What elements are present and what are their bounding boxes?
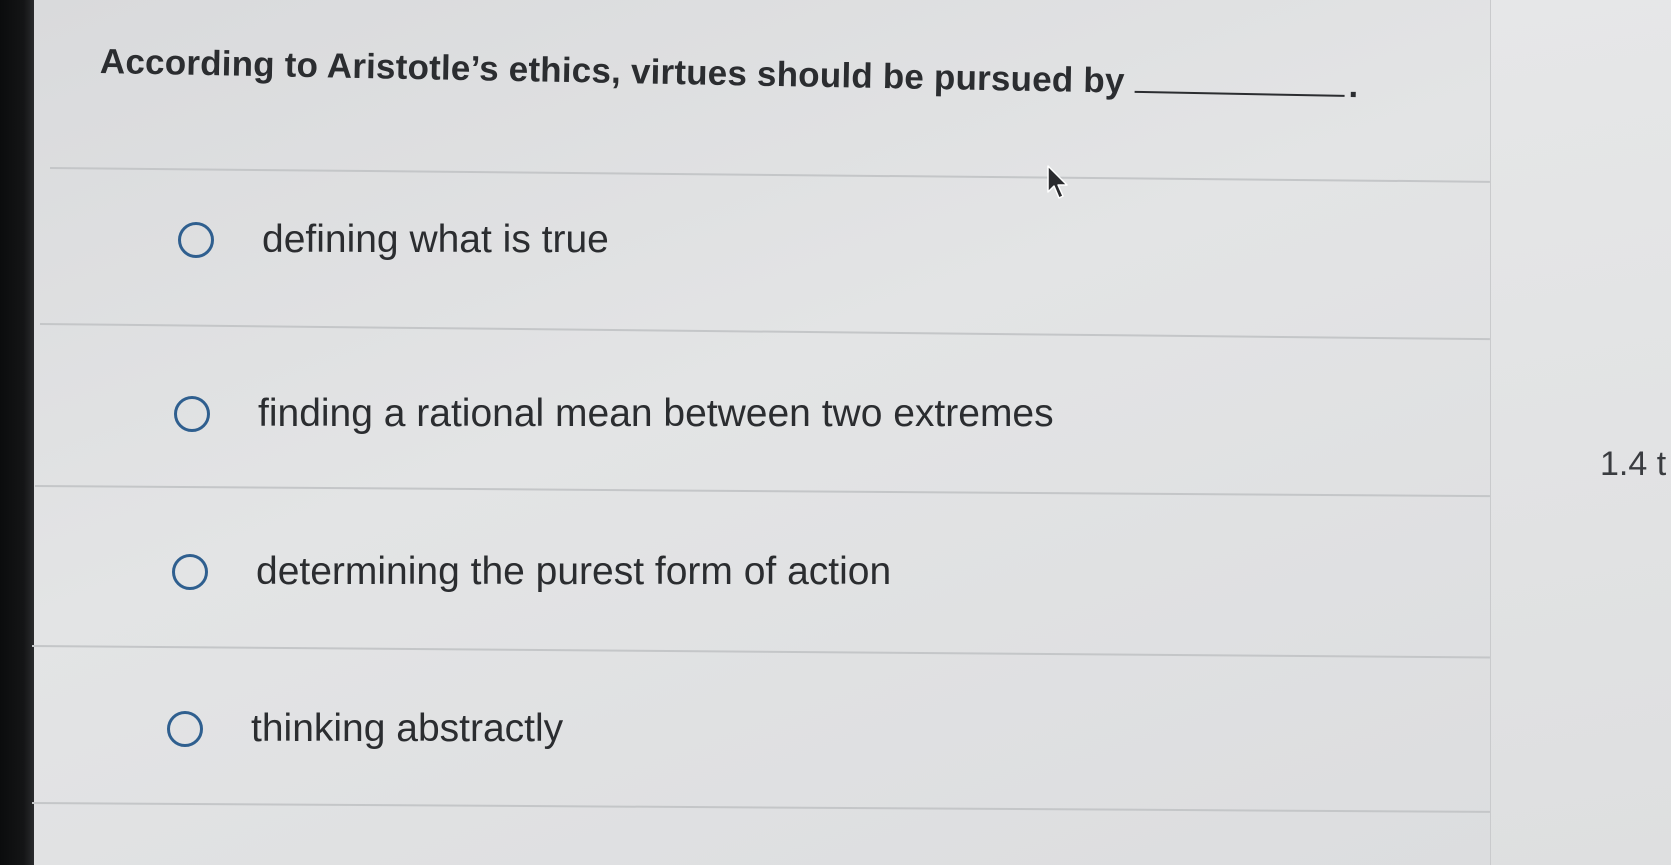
- option-2[interactable]: finding a rational mean between two extr…: [174, 392, 1054, 436]
- option-label: thinking abstractly: [251, 707, 564, 750]
- radio-empty-icon[interactable]: [178, 222, 214, 258]
- question-period: .: [1348, 65, 1359, 106]
- side-panel: [1490, 0, 1671, 865]
- screen-bezel: [0, 0, 34, 865]
- radio-empty-icon[interactable]: [174, 396, 210, 432]
- option-3[interactable]: determining the purest form of action: [172, 550, 891, 594]
- option-4[interactable]: thinking abstractly: [167, 707, 563, 751]
- radio-empty-icon[interactable]: [172, 554, 208, 590]
- option-label: finding a rational mean between two extr…: [258, 392, 1054, 435]
- option-1[interactable]: defining what is true: [178, 218, 609, 262]
- option-label: determining the purest form of action: [256, 550, 892, 593]
- mouse-pointer-icon: [1047, 165, 1068, 199]
- answer-blank: [1134, 90, 1345, 97]
- side-panel-partial-text: 1.4 t: [1600, 445, 1667, 483]
- radio-empty-icon[interactable]: [167, 711, 203, 747]
- option-label: defining what is true: [262, 218, 609, 261]
